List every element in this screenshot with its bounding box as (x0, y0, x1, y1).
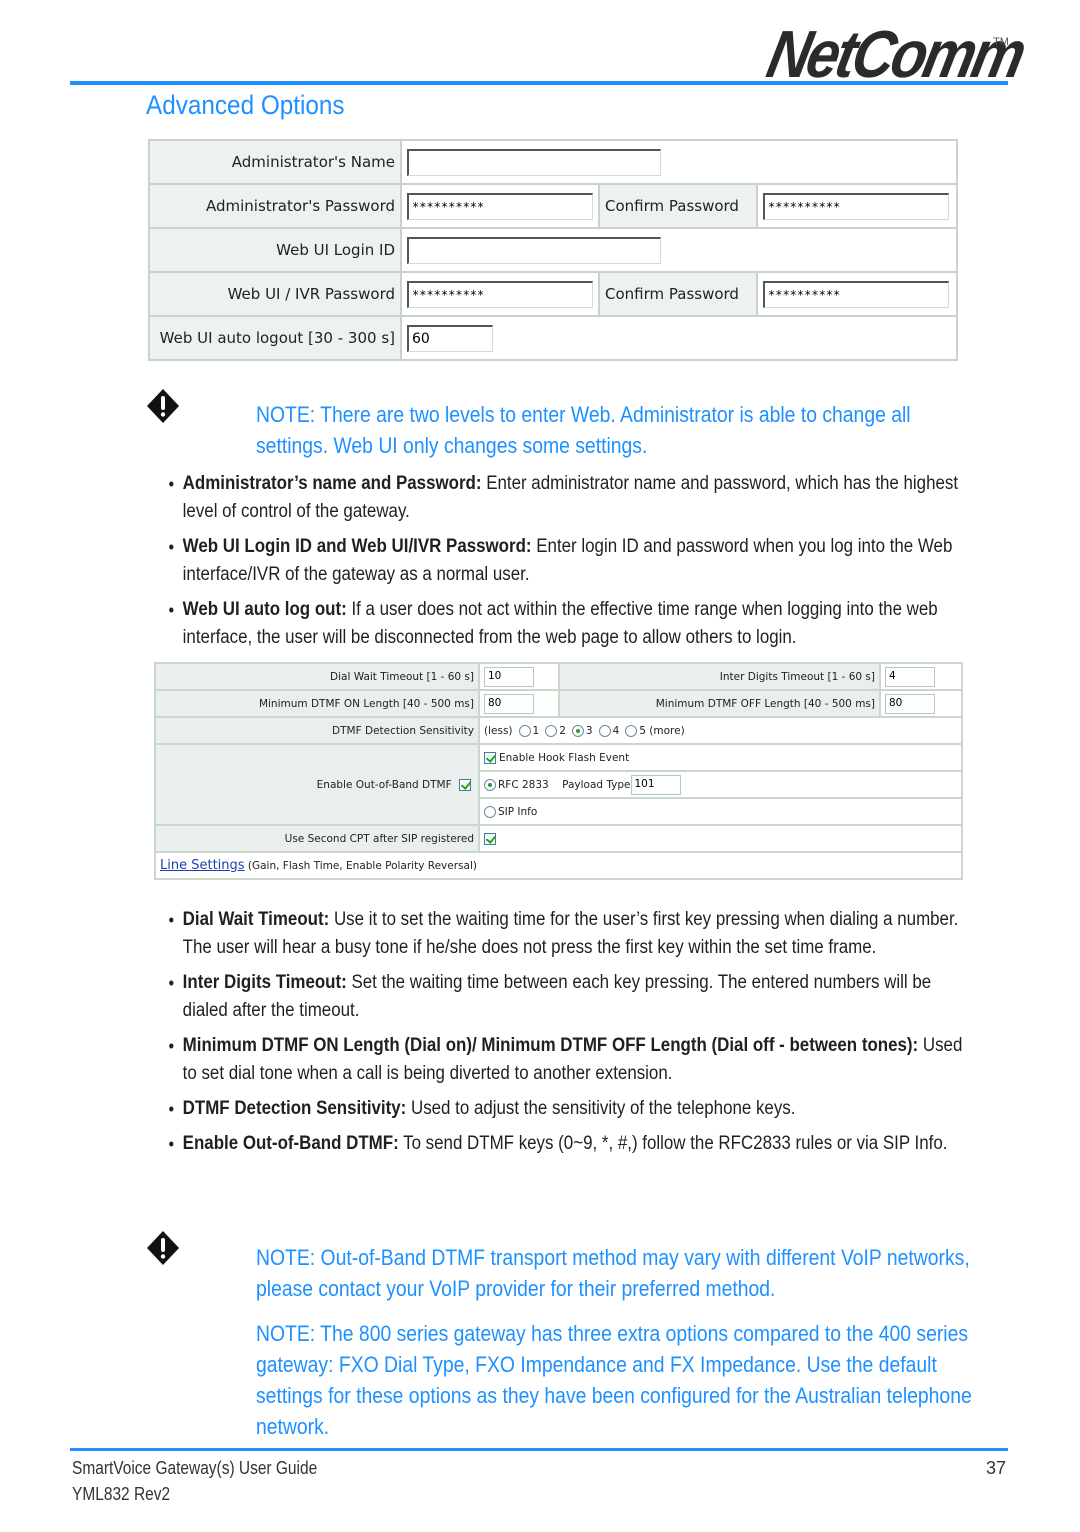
second-cpt-row: Use Second CPT after SIP registered (154, 824, 963, 853)
note-admin-levels: NOTE: There are two levels to enter Web.… (256, 402, 911, 458)
bullet-list-admin: Administrator’s name and Password: Enter… (168, 470, 973, 659)
rfc2833-radio[interactable] (484, 778, 496, 791)
sensitivity-row: DTMF Detection Sensitivity (less) 1 2 3 4 5 (… (154, 716, 963, 745)
web-password-row: Web UI / IVR Password ********** Confirm… (148, 271, 958, 317)
web-password-label: Web UI / IVR Password (148, 271, 402, 317)
header-rule (70, 81, 1008, 85)
list-item: Web UI Login ID and Web UI/IVR Password:… (168, 533, 973, 589)
list-item: Enable Out-of-Band DTMF: To send DTMF ke… (168, 1130, 973, 1158)
netcomm-logo: NetComm (761, 17, 1030, 93)
out-of-band-label-cell: Enable Out-of-Band DTMF (154, 743, 480, 826)
dtmf-length-row: Minimum DTMF ON Length [40 - 500 ms] 80 … (154, 689, 963, 718)
line-settings-row: Line Settings (Gain, Flash Time, Enable … (154, 851, 963, 880)
list-item: Web UI auto log out: If a user does not … (168, 596, 973, 652)
list-item: DTMF Detection Sensitivity: Used to adju… (168, 1095, 973, 1123)
web-login-id-row: Web UI Login ID (148, 227, 958, 273)
note-800-series: NOTE: The 800 series gateway has three e… (256, 1321, 972, 1439)
list-item: Inter Digits Timeout: Set the waiting ti… (168, 969, 973, 1025)
admin-name-row: Administrator's Name (148, 139, 958, 185)
dtmf-on-input[interactable]: 80 (484, 693, 534, 714)
admin-password-row: Administrator's Password ********** Conf… (148, 183, 958, 229)
rfc2833-label: RFC 2833 (498, 778, 549, 791)
admin-settings-form: Administrator's Name Administrator's Pas… (148, 139, 958, 361)
dtmf-on-label: Minimum DTMF ON Length [40 - 500 ms] (154, 689, 480, 718)
auto-logout-label: Web UI auto logout [30 - 300 s] (148, 315, 402, 361)
list-item: Administrator’s name and Password: Enter… (168, 470, 973, 526)
out-of-band-label: Enable Out-of-Band DTMF (316, 778, 452, 791)
payload-type-label: Payload Type (562, 778, 631, 791)
footer-doc-code: YML832 Rev2 (72, 1484, 171, 1504)
dial-wait-input[interactable]: 10 (484, 666, 534, 687)
second-cpt-label: Use Second CPT after SIP registered (154, 824, 480, 853)
out-of-band-checkbox[interactable] (459, 778, 471, 791)
admin-name-input[interactable] (407, 148, 661, 176)
inter-digits-input[interactable]: 4 (885, 666, 935, 687)
list-item: Dial Wait Timeout: Use it to set the wai… (168, 906, 973, 962)
trademark-mark: TM (993, 36, 1009, 48)
admin-confirm-password-label: Confirm Password (598, 183, 758, 229)
dial-settings-form: Dial Wait Timeout [1 - 60 s] 10 Inter Di… (154, 662, 963, 880)
web-login-id-label: Web UI Login ID (148, 227, 402, 273)
sensitivity-radio-5[interactable] (625, 724, 638, 737)
sensitivity-radio-group: (less) 1 2 3 4 5 (more) (478, 716, 963, 745)
sensitivity-radio-2[interactable] (545, 724, 558, 737)
footer-rule (70, 1448, 1008, 1451)
warning-diamond-icon (147, 1231, 179, 1265)
footer-guide-title: SmartVoice Gateway(s) User Guide (72, 1458, 318, 1478)
hook-flash-label: Enable Hook Flash Event (499, 751, 630, 764)
auto-logout-row: Web UI auto logout [30 - 300 s] 60 (148, 315, 958, 361)
hook-flash-checkbox[interactable] (484, 751, 496, 764)
sip-info-radio[interactable] (484, 805, 496, 818)
sensitivity-radio-4[interactable] (598, 724, 611, 737)
sensitivity-radio-1[interactable] (518, 724, 531, 737)
sip-info-label: SIP Info (498, 805, 538, 818)
auto-logout-input[interactable]: 60 (407, 324, 493, 352)
admin-confirm-password-input[interactable]: ********** (763, 192, 949, 220)
web-login-id-input[interactable] (407, 236, 661, 264)
line-settings-link[interactable]: Line Settings (160, 858, 245, 873)
dtmf-off-input[interactable]: 80 (885, 693, 935, 714)
list-item: Minimum DTMF ON Length (Dial on)/ Minimu… (168, 1032, 973, 1088)
dial-wait-row: Dial Wait Timeout [1 - 60 s] 10 Inter Di… (154, 662, 963, 691)
dial-wait-label: Dial Wait Timeout [1 - 60 s] (154, 662, 480, 691)
note-out-of-band: NOTE: Out-of-Band DTMF transport method … (256, 1245, 970, 1301)
admin-password-label: Administrator's Password (148, 183, 402, 229)
hook-flash-row: Enable Out-of-Band DTMF Enable Hook Flas… (154, 743, 963, 826)
warning-diamond-icon (147, 389, 179, 423)
admin-password-input[interactable]: ********** (407, 192, 593, 220)
dtmf-off-label: Minimum DTMF OFF Length [40 - 500 ms] (558, 689, 881, 718)
page-number: 37 (986, 1458, 1007, 1478)
second-cpt-checkbox[interactable] (484, 832, 496, 845)
admin-name-label: Administrator's Name (148, 139, 402, 185)
inter-digits-label: Inter Digits Timeout [1 - 60 s] (558, 662, 881, 691)
web-confirm-password-label: Confirm Password (598, 271, 758, 317)
bullet-list-dial: Dial Wait Timeout: Use it to set the wai… (168, 906, 973, 1165)
web-confirm-password-input[interactable]: ********** (763, 280, 949, 308)
page-title: Advanced Options (146, 90, 345, 120)
line-settings-desc: (Gain, Flash Time, Enable Polarity Rever… (244, 860, 477, 872)
payload-type-input[interactable]: 101 (630, 774, 681, 795)
web-password-input[interactable]: ********** (407, 280, 593, 308)
sensitivity-radio-3[interactable] (571, 724, 584, 737)
sensitivity-label: DTMF Detection Sensitivity (154, 716, 480, 745)
